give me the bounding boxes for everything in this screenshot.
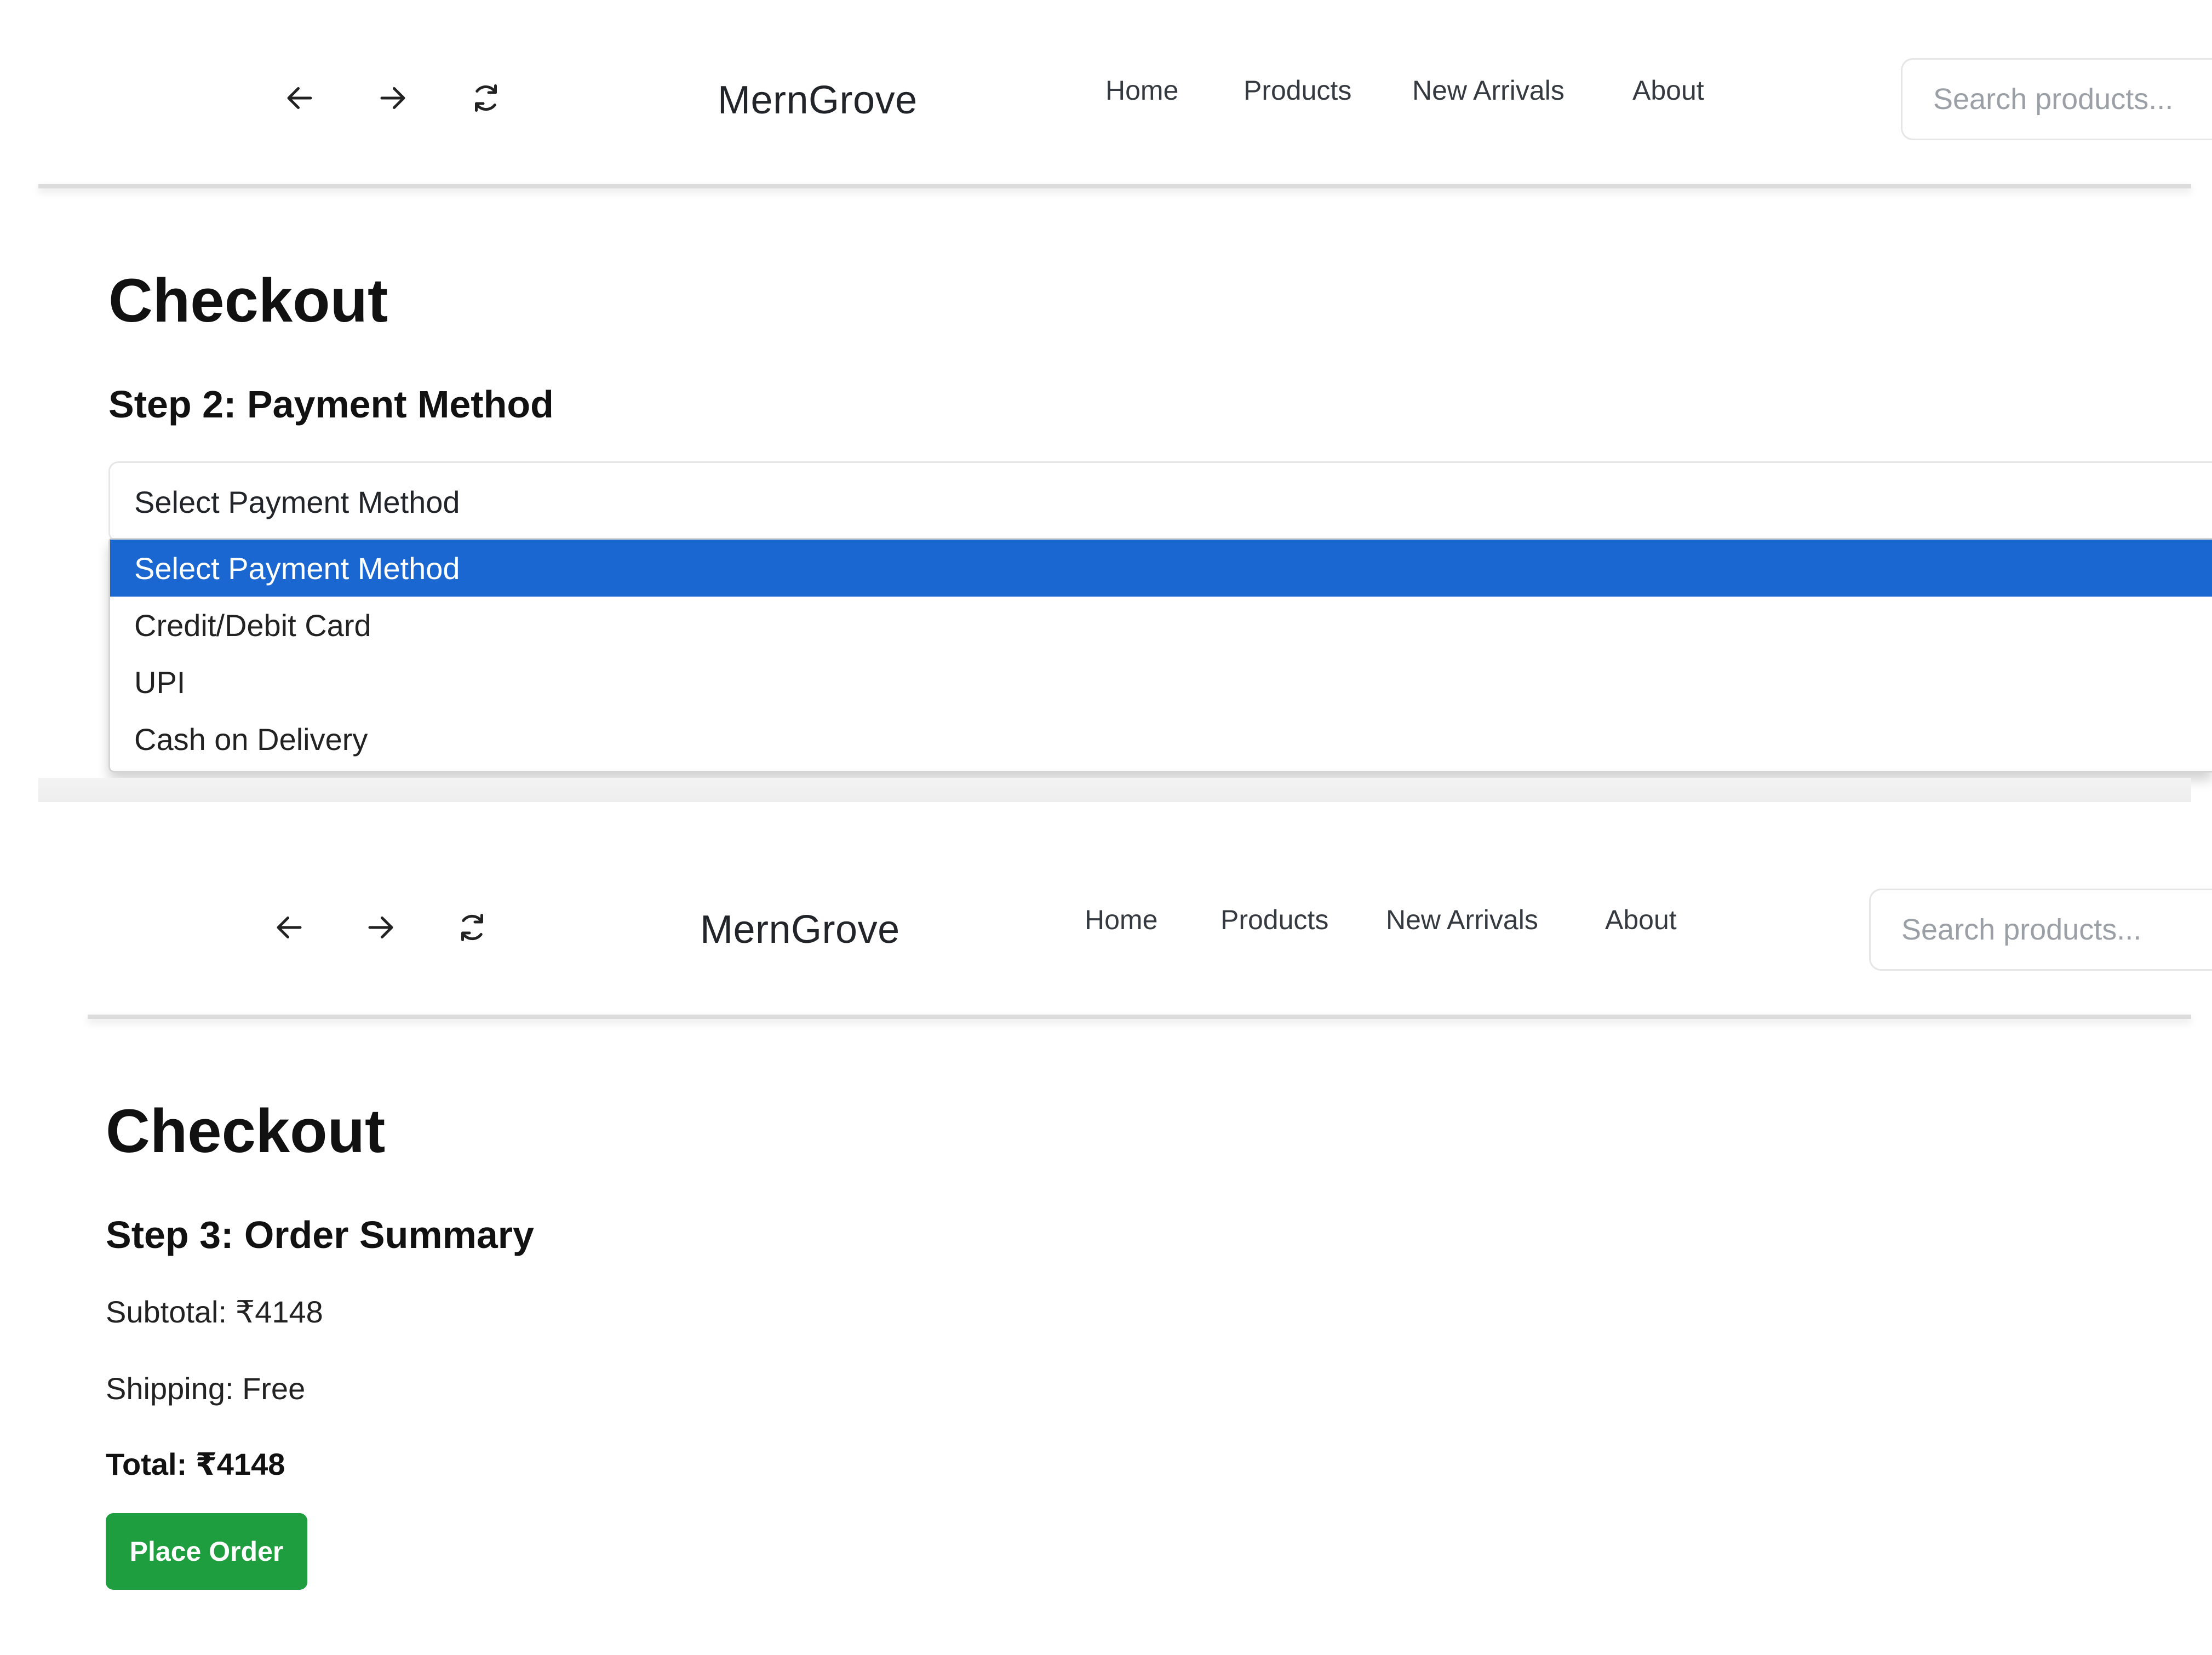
arrow-right-icon[interactable] (362, 908, 400, 947)
arrow-right-icon[interactable] (374, 79, 412, 117)
step-heading: Step 2: Payment Method (108, 383, 554, 426)
search-input[interactable] (1869, 889, 2212, 971)
option-cash-on-delivery[interactable]: Cash on Delivery (110, 711, 2212, 768)
nav-link-new-arrivals[interactable]: New Arrivals (1386, 904, 1538, 936)
search-input[interactable] (1901, 58, 2212, 140)
navbar-divider (38, 184, 2191, 188)
top-navbar: MernGrove Home Products New Arrivals Abo… (0, 0, 2212, 188)
nav-link-home[interactable]: Home (1105, 75, 1178, 106)
option-upi[interactable]: UPI (110, 654, 2212, 711)
nav-link-about[interactable]: About (1632, 75, 1704, 106)
reload-icon[interactable] (453, 908, 491, 947)
subtotal-text: Subtotal: ₹4148 (106, 1295, 323, 1329)
screen-separator (38, 778, 2191, 802)
nav-link-new-arrivals[interactable]: New Arrivals (1412, 75, 1565, 106)
page-title: Checkout (106, 1097, 386, 1165)
brand-logo-text[interactable]: MernGrove (718, 78, 918, 123)
nav-link-products[interactable]: Products (1220, 904, 1328, 936)
nav-link-products[interactable]: Products (1243, 75, 1351, 106)
nav-link-about[interactable]: About (1605, 904, 1677, 936)
step-heading: Step 3: Order Summary (106, 1213, 534, 1256)
arrow-left-icon[interactable] (280, 79, 319, 117)
payment-method-dropdown: Select Payment Method Credit/Debit Card … (108, 538, 2212, 772)
place-order-button[interactable]: Place Order (106, 1513, 307, 1590)
shipping-text: Shipping: Free (106, 1371, 306, 1406)
reload-icon[interactable] (467, 79, 505, 117)
arrow-left-icon[interactable] (270, 908, 308, 947)
top-navbar: MernGrove Home Products New Arrivals Abo… (0, 801, 2212, 1019)
option-credit-debit-card[interactable]: Credit/Debit Card (110, 597, 2212, 654)
brand-logo-text[interactable]: MernGrove (700, 907, 900, 952)
checkout-summary-screen: MernGrove Home Products New Arrivals Abo… (0, 801, 2212, 1655)
page-title: Checkout (108, 266, 388, 335)
payment-method-select[interactable]: Select Payment Method (108, 461, 2212, 542)
total-text: Total: ₹4148 (106, 1447, 285, 1481)
navbar-divider (88, 1015, 2191, 1019)
checkout-payment-screen: MernGrove Home Products New Arrivals Abo… (0, 0, 2212, 802)
nav-link-home[interactable]: Home (1085, 904, 1157, 936)
option-select-payment-method[interactable]: Select Payment Method (110, 540, 2212, 597)
